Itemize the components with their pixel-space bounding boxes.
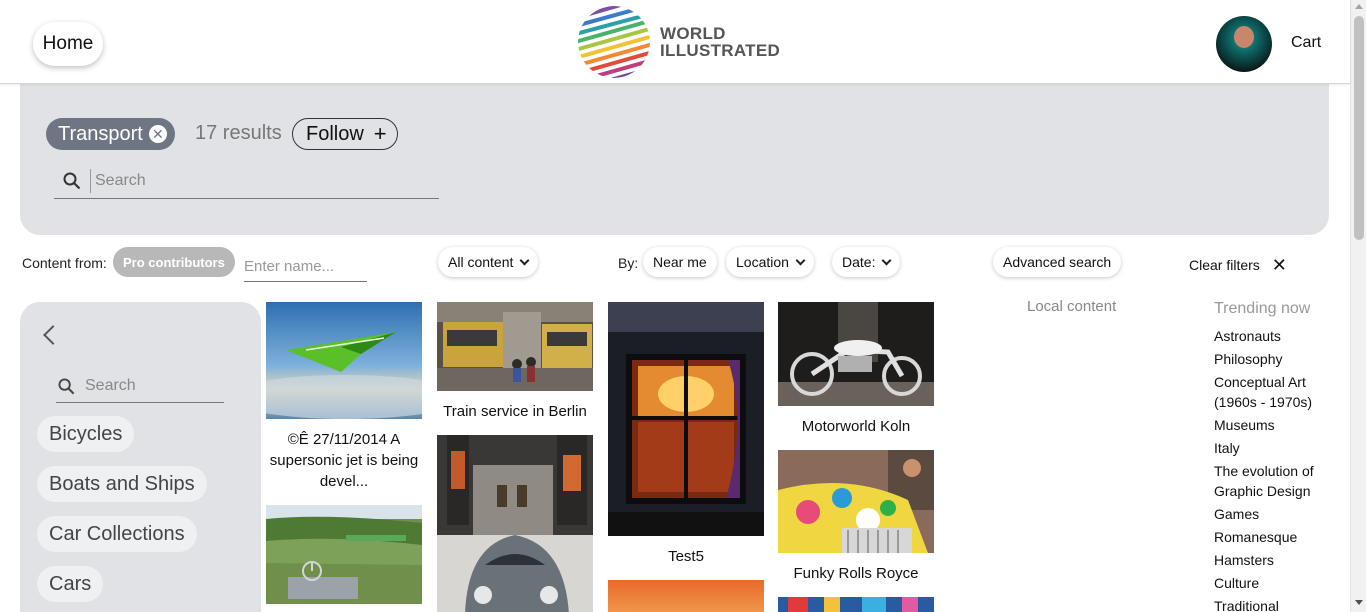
scroll-thumb[interactable]	[1354, 16, 1364, 240]
gallery-card[interactable]: Test5	[608, 302, 764, 567]
sidebar-search-input[interactable]	[85, 377, 205, 395]
scroll-up-arrow-icon[interactable]	[1355, 4, 1363, 9]
active-tag-transport: Transport ✕	[46, 118, 175, 150]
search-panel: Transport ✕ 17 results Follow +	[20, 84, 1329, 235]
logo-line-2: ILLUSTRATED	[660, 41, 781, 60]
close-icon: ✕	[1271, 255, 1287, 275]
gallery-card[interactable]	[608, 580, 764, 612]
category-bicycles[interactable]: Bicycles	[37, 416, 135, 452]
gallery-card[interactable]	[437, 435, 593, 612]
category-car-collections[interactable]: Car Collections	[37, 516, 197, 552]
all-content-dropdown[interactable]: All content	[438, 247, 539, 277]
all-content-label: All content	[448, 254, 514, 270]
follow-button[interactable]: Follow +	[292, 118, 398, 150]
trending-item[interactable]: Italy	[1214, 438, 1334, 458]
tag-label: Transport	[58, 122, 143, 145]
logo-text: WORLD ILLUSTRATED	[660, 25, 780, 59]
site-logo[interactable]: WORLD ILLUSTRATED	[578, 6, 780, 78]
colorful-image[interactable]	[778, 597, 934, 612]
chevron-down-icon	[795, 255, 806, 265]
logo-line-1: WORLD	[660, 24, 726, 43]
vw-beetle-image[interactable]	[437, 435, 593, 612]
scroll-down-arrow-icon[interactable]	[1355, 600, 1363, 605]
trending-list: Astronauts Philosophy Conceptual Art (19…	[1214, 326, 1334, 612]
gallery-card[interactable]	[266, 505, 422, 612]
follow-label: Follow	[306, 122, 364, 145]
trending-now-heading: Trending now	[1214, 300, 1311, 317]
trending-item[interactable]: Romanesque	[1214, 527, 1334, 547]
home-button[interactable]: Home	[33, 22, 103, 66]
advanced-search-button[interactable]: Advanced search	[993, 247, 1122, 277]
gallery-card[interactable]: Train service in Berlin	[437, 302, 593, 422]
clear-filters-button[interactable]: Clear filters ✕	[1189, 256, 1287, 274]
gallery-card[interactable]: Funky Rolls Royce	[778, 450, 934, 584]
trending-item[interactable]: Astronauts	[1214, 326, 1334, 346]
gallery-card[interactable]	[778, 597, 934, 612]
sidebar-search	[56, 370, 224, 403]
trending-item[interactable]: Culture	[1214, 573, 1334, 593]
trending-item[interactable]: Traditional	[1214, 596, 1334, 612]
by-label: By:	[618, 255, 639, 271]
funky-rolls-royce-image[interactable]	[778, 450, 934, 553]
card-caption: Test5	[668, 548, 704, 565]
plus-icon: +	[373, 121, 387, 146]
pro-contributors-chip[interactable]: Pro contributors	[113, 247, 235, 277]
search-icon[interactable]	[54, 172, 90, 190]
sunset-image[interactable]	[608, 580, 764, 612]
motorbike-image[interactable]	[778, 302, 934, 406]
main-search-bar	[54, 164, 439, 199]
logo-globe-icon	[578, 6, 650, 78]
chevron-down-icon	[882, 255, 892, 265]
local-content-heading: Local content	[1027, 298, 1117, 315]
gallery-card[interactable]: Motorworld Koln	[778, 302, 934, 437]
cart-link[interactable]: Cart	[1291, 34, 1321, 52]
test5-window-image[interactable]	[608, 302, 764, 536]
category-cars[interactable]: Cars	[37, 566, 104, 602]
trending-item[interactable]: Games	[1214, 504, 1334, 524]
user-avatar[interactable]	[1216, 16, 1272, 72]
back-arrow-icon[interactable]	[43, 325, 63, 345]
category-boats-and-ships[interactable]: Boats and Ships	[37, 466, 207, 502]
search-icon[interactable]	[58, 377, 75, 395]
location-dropdown[interactable]: Location	[726, 247, 814, 277]
berlin-train-image[interactable]	[437, 302, 593, 391]
near-me-chip[interactable]: Near me	[643, 247, 717, 277]
mercedes-landscape-image[interactable]	[266, 505, 422, 604]
date-dropdown[interactable]: Date:	[832, 247, 901, 277]
supersonic-jet-image[interactable]	[266, 302, 422, 419]
trending-item[interactable]: Museums	[1214, 415, 1334, 435]
results-count: 17 results	[195, 122, 282, 144]
main-search-input[interactable]	[90, 169, 430, 193]
top-header: Home WORLD ILLUSTRATED Cart	[0, 0, 1350, 84]
trending-item[interactable]: The evolution of Graphic Design	[1214, 461, 1334, 501]
content-from-label: Content from:	[22, 255, 107, 271]
chevron-down-icon	[519, 255, 530, 265]
trending-item[interactable]: Philosophy	[1214, 349, 1334, 369]
card-caption: Motorworld Koln	[801, 418, 911, 435]
card-caption: Train service in Berlin	[443, 403, 587, 420]
location-label: Location	[736, 254, 789, 270]
clear-filters-label: Clear filters	[1189, 257, 1260, 273]
card-caption: Funky Rolls Royce	[793, 565, 919, 582]
category-sidebar: Bicycles Boats and Ships Car Collections…	[20, 302, 261, 612]
date-label: Date:	[842, 254, 876, 270]
contributor-name-input[interactable]	[244, 252, 367, 282]
gallery-card[interactable]: ©Ê 27/11/2014 A supersonic jet is being …	[266, 302, 422, 492]
page-scrollbar[interactable]	[1350, 0, 1366, 612]
remove-tag-icon[interactable]: ✕	[148, 125, 167, 143]
trending-item[interactable]: Hamsters	[1214, 550, 1334, 570]
card-caption: ©Ê 27/11/2014 A supersonic jet is being …	[269, 431, 419, 490]
trending-item[interactable]: Conceptual Art (1960s - 1970s)	[1214, 372, 1334, 412]
